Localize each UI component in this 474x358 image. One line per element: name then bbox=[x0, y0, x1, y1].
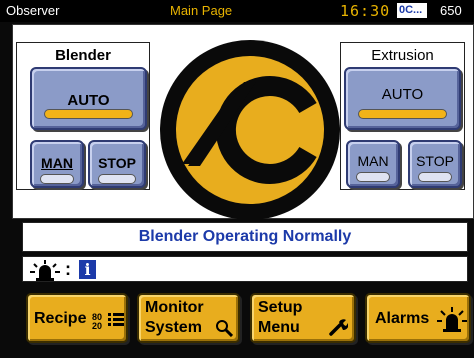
extrusion-auto-button[interactable]: AUTO bbox=[344, 67, 461, 130]
info-icon[interactable]: i bbox=[79, 260, 96, 279]
setup-line1: Setup bbox=[258, 299, 303, 316]
monitor-line2: System bbox=[145, 319, 202, 336]
blender-auto-indicator bbox=[44, 109, 133, 119]
extrusion-man-indicator bbox=[356, 172, 390, 182]
blender-man-button[interactable]: MAN bbox=[30, 140, 84, 188]
extrusion-title: Extrusion bbox=[371, 47, 434, 64]
page-title: Main Page bbox=[170, 3, 233, 18]
list-icon bbox=[108, 313, 124, 326]
alarm-light-icon bbox=[437, 307, 467, 332]
extrusion-stop-button[interactable]: STOP bbox=[408, 140, 462, 188]
wrench-icon bbox=[329, 319, 348, 336]
setup-line2: Menu bbox=[258, 319, 300, 336]
blender-auto-button[interactable]: AUTO bbox=[30, 67, 147, 130]
alarm-status-box: : i bbox=[22, 256, 468, 282]
monitor-system-button[interactable]: Monitor System bbox=[137, 293, 240, 343]
extrusion-man-label: MAN bbox=[357, 153, 389, 169]
recipe-button[interactable]: Recipe 80 20 bbox=[26, 293, 128, 343]
recipe-ratio: 80 20 bbox=[92, 312, 103, 331]
blender-man-label: MAN bbox=[41, 155, 73, 171]
extrusion-auto-label: AUTO bbox=[381, 86, 424, 103]
alarms-button[interactable]: Alarms bbox=[365, 293, 471, 343]
extrusion-auto-indicator bbox=[358, 109, 447, 119]
monitor-line1: Monitor bbox=[145, 299, 204, 316]
status-number: 650 bbox=[440, 3, 462, 18]
recipe-label: Recipe bbox=[34, 310, 87, 327]
company-logo bbox=[160, 40, 340, 220]
magnifier-icon bbox=[216, 320, 233, 337]
extrusion-stop-indicator bbox=[418, 172, 452, 182]
alarms-label: Alarms bbox=[375, 310, 430, 327]
code-field[interactable]: 0C... bbox=[397, 3, 427, 18]
blender-title: Blender bbox=[55, 47, 111, 64]
top-status-bar: Observer Main Page 16:30 0C... 650 bbox=[0, 0, 474, 22]
clock: 16:30 bbox=[340, 2, 391, 20]
blender-stop-button[interactable]: STOP bbox=[88, 140, 146, 188]
blender-man-indicator bbox=[40, 174, 74, 184]
status-message-box: Blender Operating Normally bbox=[22, 222, 468, 252]
alarm-beacon-icon bbox=[30, 260, 60, 281]
alarm-separator: : bbox=[65, 259, 71, 279]
extrusion-stop-label: STOP bbox=[416, 153, 454, 169]
user-label: Observer bbox=[6, 3, 60, 18]
blender-auto-label: AUTO bbox=[67, 92, 110, 109]
blender-stop-label: STOP bbox=[98, 155, 136, 171]
blender-stop-indicator bbox=[98, 174, 136, 184]
status-message: Blender Operating Normally bbox=[138, 228, 352, 245]
setup-menu-button[interactable]: Setup Menu bbox=[250, 293, 356, 343]
extrusion-man-button[interactable]: MAN bbox=[346, 140, 400, 188]
